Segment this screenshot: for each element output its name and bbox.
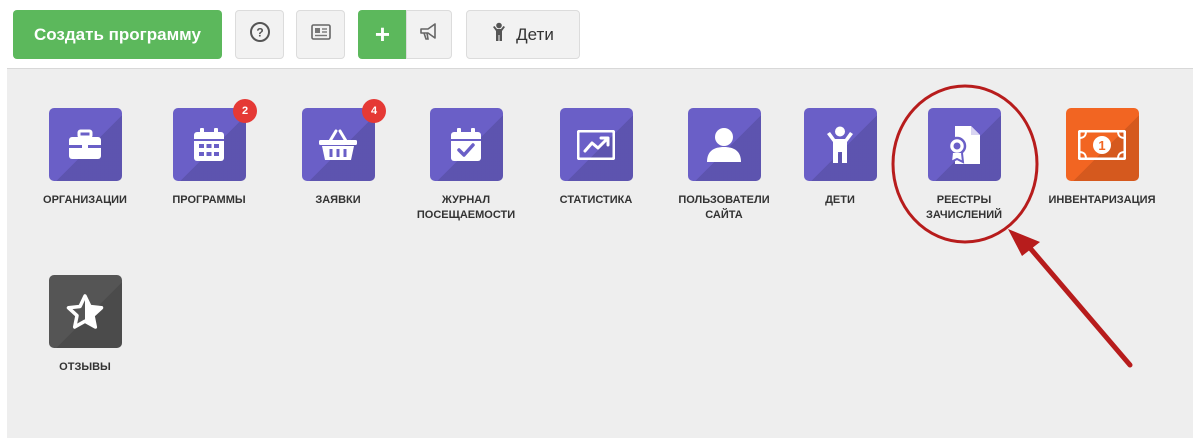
- card-button[interactable]: [296, 10, 345, 59]
- tile-enrollment-registries[interactable]: РЕЕСТРЫ ЗАЧИСЛЕНИЙ: [889, 108, 1039, 223]
- user-icon: [687, 108, 761, 181]
- svg-text:?: ?: [256, 26, 263, 40]
- tile-label: ЖУРНАЛ ПОСЕЩАЕМОСТИ: [391, 193, 541, 223]
- tile-label-line: РЕЕСТРЫ: [936, 194, 992, 206]
- tile-label-line: ЗАЧИСЛЕНИЙ: [925, 209, 1003, 221]
- id-card-icon: [310, 24, 331, 45]
- tile-label: ИНВЕНТАРИЗАЦИЯ: [1048, 194, 1156, 206]
- tile-label: ПРОГРАММЫ: [172, 194, 246, 206]
- money-bill-icon: 1: [1065, 108, 1139, 181]
- tile-label: ОТЗЫВЫ: [59, 361, 111, 373]
- tile-inventory[interactable]: 1 ИНВЕНТАРИЗАЦИЯ: [1027, 108, 1177, 208]
- calendar-icon: [172, 108, 246, 181]
- tile-label-line: САЙТА: [705, 209, 743, 221]
- tile-programs[interactable]: 2 ПРОГРАММЫ: [134, 99, 284, 208]
- help-button[interactable]: ?: [235, 10, 284, 59]
- toolbar: Создать программу ? + Дети: [0, 0, 1193, 68]
- tile-reviews[interactable]: ОТЗЫВЫ: [10, 275, 160, 375]
- child-icon: [492, 22, 506, 47]
- child-icon: [803, 108, 877, 181]
- tile-label-line: ПОЛЬЗОВАТЕЛИ: [678, 194, 770, 206]
- dashboard-panel: ОРГАНИЗАЦИИ 2 ПРОГРАММЫ 4 ЗАЯВКИ ЖУРНАЛ П…: [7, 68, 1193, 438]
- children-button[interactable]: Дети: [466, 10, 580, 59]
- add-button[interactable]: +: [358, 10, 407, 59]
- tile-label-line: ЖУРНАЛ: [441, 194, 491, 206]
- certificate-document-icon: [927, 108, 1001, 181]
- svg-text:1: 1: [1098, 138, 1105, 153]
- tile-label: РЕЕСТРЫ ЗАЧИСЛЕНИЙ: [889, 193, 1039, 223]
- notification-badge: 2: [233, 99, 257, 123]
- star-icon: [48, 275, 122, 348]
- megaphone-icon: [418, 22, 440, 47]
- basket-icon: [301, 108, 375, 181]
- notification-badge: 4: [362, 99, 386, 123]
- tile-label-line: ПОСЕЩАЕМОСТИ: [416, 209, 516, 221]
- tile-attendance-journal[interactable]: ЖУРНАЛ ПОСЕЩАЕМОСТИ: [391, 108, 541, 223]
- briefcase-icon: [48, 108, 122, 181]
- chart-line-icon: [559, 108, 633, 181]
- calendar-check-icon: [429, 108, 503, 181]
- children-button-label: Дети: [516, 24, 554, 44]
- question-circle-icon: ?: [249, 21, 271, 48]
- announce-button[interactable]: [406, 10, 452, 59]
- create-program-button[interactable]: Создать программу: [13, 10, 222, 59]
